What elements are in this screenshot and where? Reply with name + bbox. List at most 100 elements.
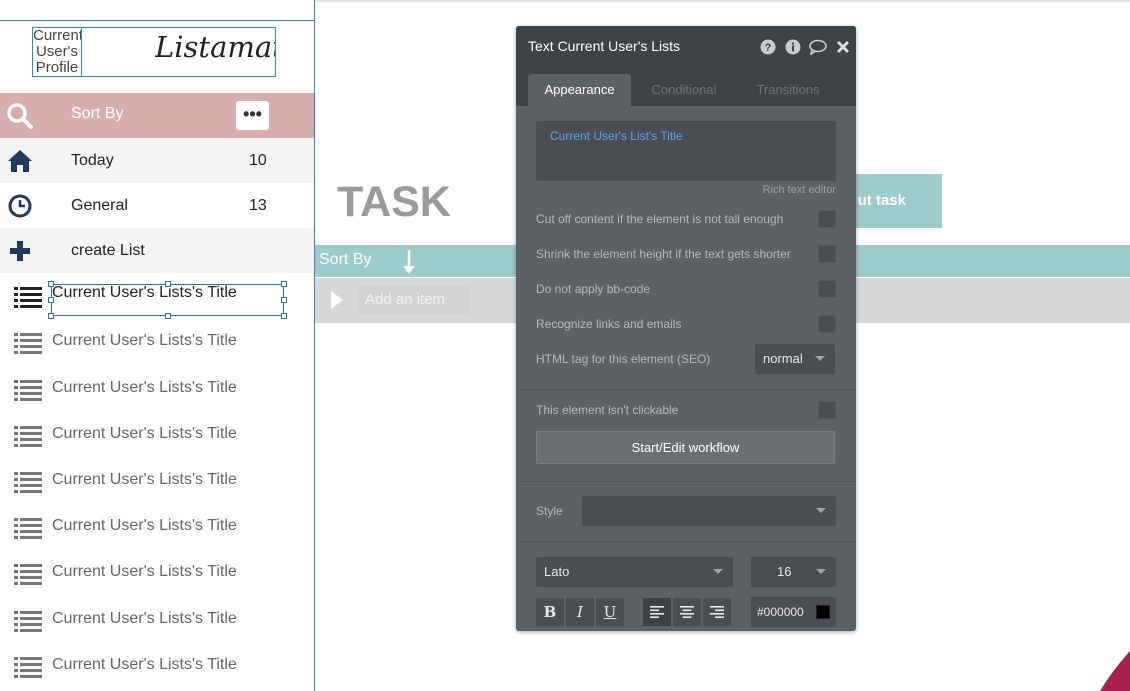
font-size-select[interactable]: 16 (751, 557, 836, 587)
start-edit-workflow-button[interactable]: Start/Edit workflow (536, 431, 835, 464)
option-checkbox[interactable] (818, 245, 836, 263)
sort-by-label: Sort By (319, 251, 372, 268)
option-shrink-height: Shrink the element height if the text ge… (536, 245, 836, 265)
align-center-icon (680, 606, 694, 618)
option-label: Shrink the element height if the text ge… (536, 247, 791, 261)
list-icon (14, 518, 42, 539)
plus-icon (10, 241, 30, 261)
resize-handle-se[interactable] (281, 313, 287, 319)
page: Current User's Profile Listamatic Sort B… (0, 0, 1130, 691)
resize-handle-sw[interactable] (48, 313, 54, 319)
panel-header[interactable]: Text Current User's Lists ? (516, 26, 856, 64)
list-item[interactable]: Current User's Lists's Title (0, 643, 314, 689)
list-icon (14, 657, 42, 678)
font-color-swatch[interactable] (816, 605, 830, 619)
option-cut-off-content: Cut off content if the element is not ta… (536, 210, 836, 230)
nav-item-count: 13 (249, 197, 267, 214)
info-icon[interactable] (785, 39, 801, 55)
panel-tabs: Appearance Conditional Transitions (516, 64, 856, 106)
rich-text-editor[interactable]: Current User's List's Title (536, 121, 836, 181)
top-divider (0, 20, 315, 21)
list-item[interactable]: Current User's Lists's Title (0, 366, 314, 412)
resize-handle-w[interactable] (48, 297, 54, 303)
option-label: Do not apply bb-code (536, 282, 651, 296)
resize-handle-nw[interactable] (48, 281, 54, 287)
list-icon (14, 472, 42, 493)
brand-logo: Listamatic (155, 30, 275, 64)
style-select[interactable] (582, 496, 836, 526)
align-right-icon (710, 606, 724, 618)
tab-transitions[interactable]: Transitions (740, 74, 836, 106)
close-icon[interactable] (836, 39, 850, 55)
list-item-title: Current User's Lists's Title (52, 379, 237, 396)
resize-handle-n[interactable] (165, 281, 171, 287)
nav-item-today[interactable]: Today 10 (0, 138, 314, 183)
section-divider (516, 541, 856, 542)
list-icon (14, 426, 42, 447)
option-label: This element isn't clickable (536, 403, 679, 417)
option-checkbox[interactable] (818, 315, 836, 333)
nav-item-general[interactable]: General 13 (0, 183, 314, 228)
option-no-bb-code: Do not apply bb-code (536, 280, 836, 300)
search-icon[interactable] (6, 102, 34, 130)
option-not-clickable: This element isn't clickable (536, 401, 836, 421)
sort-row[interactable]: Sort By ••• (0, 93, 314, 138)
option-recognize-links: Recognize links and emails (536, 315, 836, 335)
resize-handle-ne[interactable] (281, 281, 287, 287)
font-family-value: Lato (544, 564, 570, 579)
help-icon[interactable]: ? (760, 39, 776, 55)
font-color-value: #000000 (757, 605, 804, 619)
nav-item-label: create List (71, 242, 145, 259)
align-right-button[interactable] (703, 598, 731, 626)
decorative-shape (1100, 651, 1130, 691)
selection-box[interactable] (51, 284, 284, 316)
bold-button[interactable]: B (536, 598, 564, 626)
list-icon (14, 333, 42, 354)
section-divider (516, 481, 856, 482)
option-checkbox[interactable] (818, 280, 836, 298)
align-left-button[interactable] (643, 598, 671, 626)
dynamic-expression[interactable]: Current User's List's Title (550, 129, 683, 143)
profile-image[interactable]: Current User's Profile (33, 28, 82, 76)
option-label: Recognize links and emails (536, 317, 682, 331)
nav-item-label: Today (71, 152, 114, 169)
header-group[interactable]: Current User's Profile Listamatic (32, 27, 276, 77)
resize-handle-e[interactable] (281, 297, 287, 303)
list-icon (14, 611, 42, 632)
task-title[interactable]: TASK (337, 178, 451, 227)
play-icon[interactable] (331, 291, 343, 309)
option-checkbox[interactable] (818, 210, 836, 228)
comment-icon[interactable] (809, 39, 827, 55)
list-item[interactable]: Current User's Lists's Title (0, 319, 314, 365)
list-item[interactable]: Current User's Lists's Title (0, 597, 314, 643)
list-item-title: Current User's Lists's Title (52, 332, 237, 349)
arrow-down-icon[interactable] (402, 249, 416, 275)
font-color-input[interactable]: #000000 (751, 597, 836, 627)
list-item-title: Current User's Lists's Title (52, 517, 237, 534)
home-icon (8, 150, 32, 172)
list-item[interactable]: Current User's Lists's Title (0, 504, 314, 550)
rich-text-hint[interactable]: Rich text editor (763, 184, 836, 196)
sort-by-label: Sort By (71, 105, 124, 122)
property-editor-panel[interactable]: Text Current User's Lists ? Appearance C… (516, 26, 856, 631)
underline-button[interactable]: U (596, 598, 624, 626)
tab-conditional[interactable]: Conditional (636, 74, 732, 106)
nav-item-create-list[interactable]: create List (0, 228, 314, 273)
html-tag-value: normal (763, 351, 803, 366)
list-item[interactable]: Current User's Lists's Title (0, 458, 314, 504)
list-item[interactable]: Current User's Lists's Title (0, 550, 314, 596)
italic-button[interactable]: I (566, 598, 594, 626)
panel-title: Text Current User's Lists (528, 38, 681, 54)
more-options-button[interactable]: ••• (236, 101, 269, 130)
list-item[interactable]: Current User's Lists's Title (0, 412, 314, 458)
tab-appearance[interactable]: Appearance (528, 74, 631, 106)
svg-text:?: ? (765, 42, 772, 54)
align-center-button[interactable] (673, 598, 701, 626)
resize-handle-s[interactable] (165, 313, 171, 319)
font-family-select[interactable]: Lato (536, 557, 733, 587)
html-tag-select[interactable]: normal (755, 344, 835, 374)
list-item-title: Current User's Lists's Title (52, 656, 237, 673)
option-checkbox[interactable] (818, 401, 836, 419)
add-item-placeholder: Add an item (365, 291, 446, 308)
list-icon (14, 564, 42, 585)
